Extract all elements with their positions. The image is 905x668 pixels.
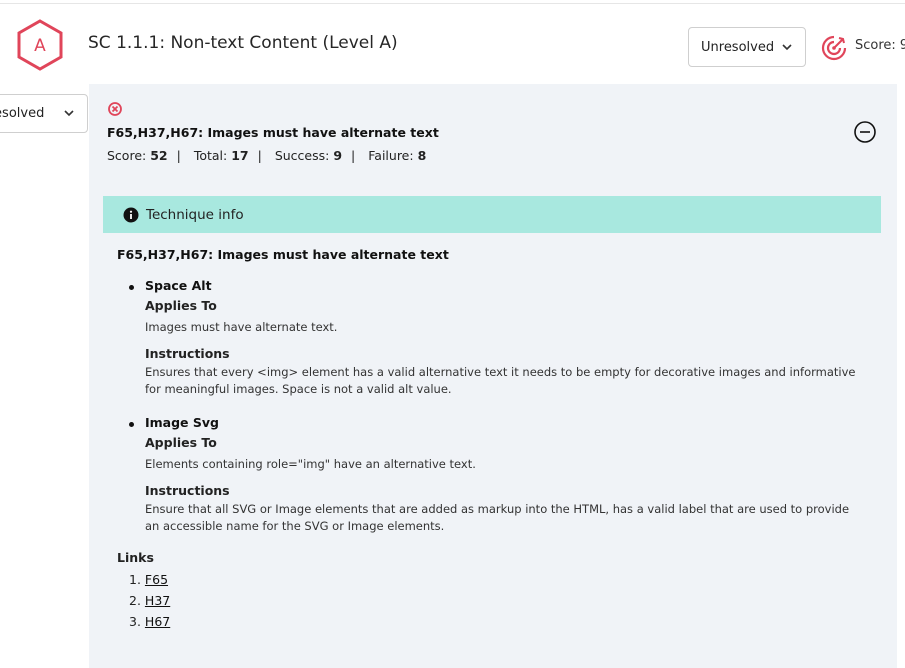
side-status-select[interactable]: resolved	[0, 94, 88, 133]
instructions-text: Ensures that every <img> element has a v…	[145, 365, 856, 396]
collapse-minus-icon[interactable]	[853, 120, 877, 144]
rules-list: Space Alt Applies To Images must have al…	[117, 278, 857, 535]
level-badge-letter: A	[34, 36, 46, 56]
list-item: 2. H37	[117, 590, 857, 611]
chevron-down-icon	[782, 44, 792, 51]
rule-name: Image Svg	[145, 415, 219, 430]
failure-label: Failure:	[368, 148, 414, 163]
score-target-icon	[821, 35, 847, 61]
score-value: 52	[150, 148, 168, 163]
applies-to-label: Applies To	[145, 298, 217, 313]
technique-content: F65,H37,H67: Images must have alternate …	[117, 247, 857, 632]
applies-to-label: Applies To	[145, 435, 217, 450]
technique-info-bar[interactable]: Technique info	[103, 196, 881, 233]
content-title: F65,H37,H67: Images must have alternate …	[117, 247, 449, 262]
applies-to-text: Images must have alternate text.	[145, 320, 338, 334]
status-select-value: Unresolved	[701, 39, 775, 55]
failure-value: 8	[417, 148, 427, 163]
technique-info-label: Technique info	[146, 206, 244, 223]
side-status-select-value: resolved	[0, 106, 45, 121]
technique-title: F65,H37,H67: Images must have alternate …	[107, 125, 439, 140]
applies-to-text: Elements containing role="img" have an a…	[145, 457, 476, 471]
links-heading: Links	[117, 550, 154, 565]
chevron-down-icon	[64, 110, 74, 117]
list-item: Image Svg Applies To Elements containing…	[117, 415, 857, 535]
score-label: Score:	[107, 148, 147, 163]
total-label: Total:	[193, 148, 228, 163]
instructions-label: Instructions	[145, 483, 230, 498]
link-number: 2.	[129, 593, 141, 608]
link-number: 3.	[129, 614, 141, 629]
error-circle-icon	[108, 102, 122, 116]
link-number: 1.	[129, 572, 141, 587]
overall-score: Score: 9	[855, 38, 905, 53]
technique-stats: Score: 52 | Total: 17 | Success: 9 | Failur…	[107, 148, 427, 163]
links-list: 1. F65 2. H37 3. H67	[117, 569, 857, 632]
status-select[interactable]: Unresolved	[688, 27, 806, 67]
link-h37[interactable]: H37	[145, 593, 170, 608]
link-h67[interactable]: H67	[145, 614, 170, 629]
success-label: Success:	[274, 148, 330, 163]
total-value: 17	[231, 148, 249, 163]
success-value: 9	[333, 148, 343, 163]
link-f65[interactable]: F65	[145, 572, 168, 587]
list-item: 1. F65	[117, 569, 857, 590]
instructions-text: Ensure that all SVG or Image elements th…	[145, 502, 850, 533]
bullet	[129, 422, 134, 427]
top-divider	[0, 3, 905, 4]
page-title: SC 1.1.1: Non-text Content (Level A)	[88, 33, 398, 53]
rule-name: Space Alt	[145, 278, 212, 293]
list-item: Space Alt Applies To Images must have al…	[117, 278, 857, 398]
level-badge-hexagon-icon: A	[17, 19, 63, 71]
info-icon	[123, 207, 139, 223]
bullet	[129, 285, 134, 290]
list-item: 3. H67	[117, 611, 857, 632]
instructions-label: Instructions	[145, 346, 230, 361]
